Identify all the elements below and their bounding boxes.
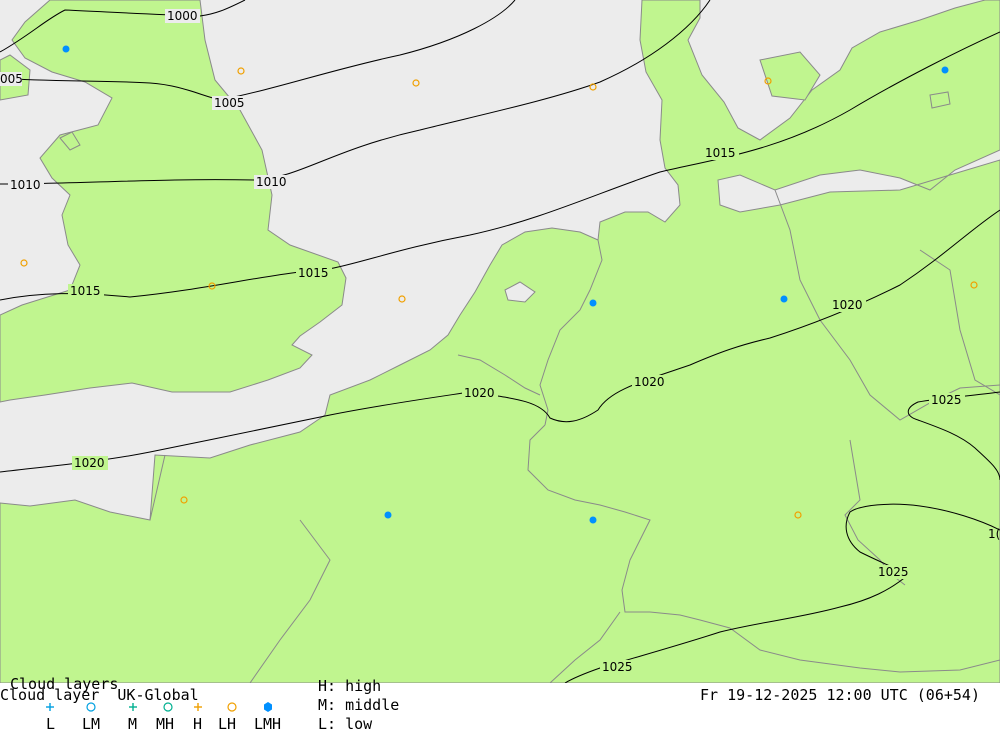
legend-label-lmh: LMH xyxy=(254,715,282,733)
isobar-label: 1020 xyxy=(464,386,495,400)
circle-icon xyxy=(227,702,237,712)
legend-key-high: H: high xyxy=(318,677,382,695)
isobar-label: 1015 xyxy=(298,266,329,280)
isobar-label: 1020 xyxy=(634,375,665,389)
full-cloud-marker xyxy=(941,66,949,74)
legend-symbols xyxy=(46,702,272,712)
circle-icon xyxy=(86,702,96,712)
full-cloud-marker xyxy=(384,511,392,519)
isobar-label: 1015 xyxy=(70,284,101,298)
isobar-label: 1020 xyxy=(74,456,105,470)
legend-key-middle: M: middle xyxy=(318,696,400,714)
full-cloud-marker xyxy=(589,299,597,307)
isobar-label: 1( xyxy=(988,527,1000,541)
plus-icon xyxy=(194,703,202,711)
plus-icon xyxy=(46,703,54,711)
legend-label-m: M xyxy=(128,715,138,733)
isobar-label: 005 xyxy=(0,72,23,86)
isobar-label: 1020 xyxy=(832,298,863,312)
isobar-label: 1025 xyxy=(602,660,633,674)
isobar-label: 1005 xyxy=(214,96,245,110)
full-cloud-marker xyxy=(62,45,70,53)
filled-hexagon-icon xyxy=(264,702,272,712)
legend-label-l: L xyxy=(46,715,56,733)
legend-label-lh: LH xyxy=(218,715,237,733)
plus-icon xyxy=(129,703,137,711)
legend-label-h: H xyxy=(193,715,203,733)
legend-key-low: L: low xyxy=(318,715,373,733)
isobar-label: 1015 xyxy=(705,146,736,160)
forecast-timestamp: Fr 19-12-2025 12:00 UTC (06+54) xyxy=(700,686,980,704)
full-cloud-marker xyxy=(589,516,597,524)
isobar-label: 1010 xyxy=(10,178,41,192)
legend-label-lm: LM xyxy=(82,715,101,733)
circle-icon xyxy=(163,702,173,712)
legend-label-mh: MH xyxy=(156,715,175,733)
weather-map: 1000 005 1005 1010 1010 1015 1015 1015 1… xyxy=(0,0,1000,683)
isobar-label: 1025 xyxy=(878,565,909,579)
isobar-label: 1025 xyxy=(931,393,962,407)
legend-footer: Cloud layers Cloud layer UK-Global L LM … xyxy=(0,677,1000,733)
isobar-label: 1010 xyxy=(256,175,287,189)
full-cloud-marker xyxy=(780,295,788,303)
isobar-label: 1000 xyxy=(167,9,198,23)
